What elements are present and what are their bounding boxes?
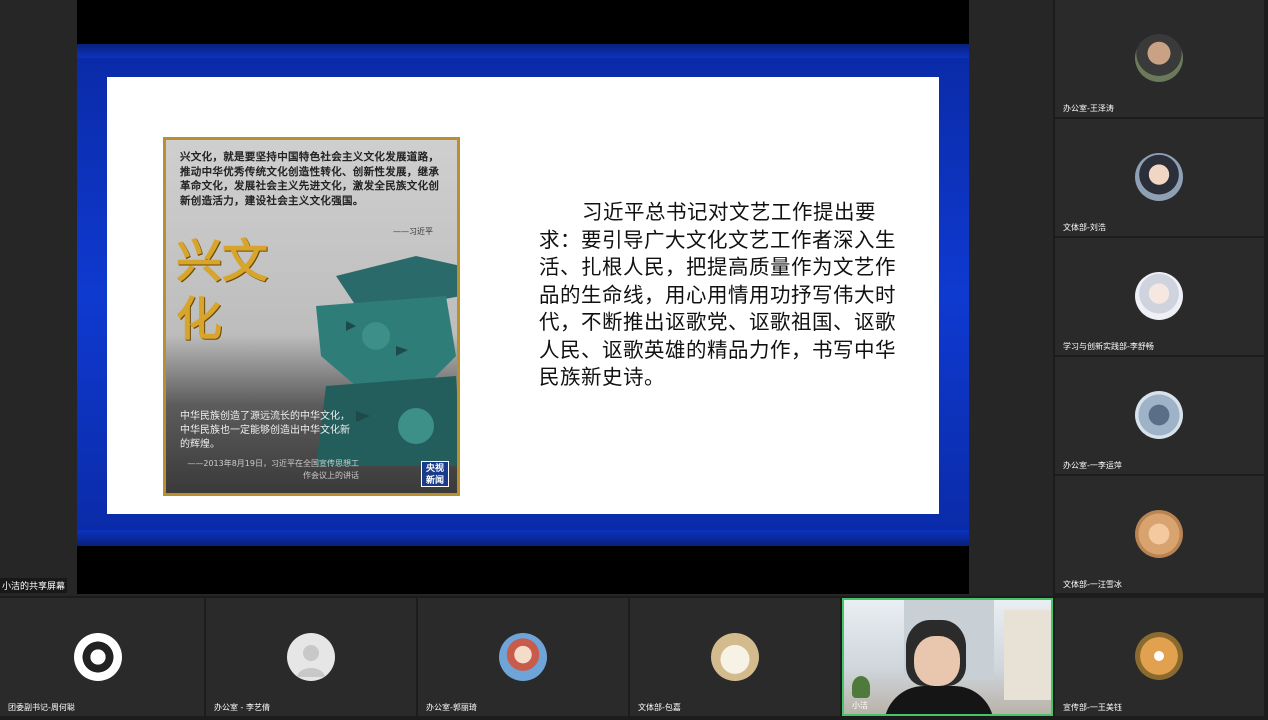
- participant-tile[interactable]: 办公室-郭丽琦: [418, 598, 628, 716]
- poster-quote: 兴文化，就是要坚持中国特色社会主义文化发展道路，推动中华优秀传统文化创造性转化、…: [180, 151, 440, 207]
- presentation-slide: 兴文化，就是要坚持中国特色社会主义文化发展道路，推动中华优秀传统文化创造性转化、…: [107, 77, 939, 514]
- cctv-news-logo: 央视新闻: [421, 461, 449, 487]
- participant-tile[interactable]: 宣传部-一王美钰: [1055, 598, 1264, 716]
- shelf-background: [1004, 610, 1051, 700]
- participant-name: 宣传部-一王美钰: [1063, 703, 1122, 712]
- photo-avatar-icon: [1135, 391, 1183, 439]
- participant-tile[interactable]: 文体部-刘浩: [1055, 119, 1264, 236]
- participant-tile[interactable]: 办公室-王泽涛: [1055, 0, 1264, 117]
- participant-name: 文体部-刘浩: [1063, 223, 1106, 232]
- default-user-icon: [287, 633, 335, 681]
- participant-name: 文体部-包嘉: [638, 703, 681, 712]
- photo-avatar-icon: [1135, 510, 1183, 558]
- participant-tile[interactable]: 文体部-包嘉: [630, 598, 840, 716]
- participant-tile[interactable]: 团委副书记-周何聪: [0, 598, 204, 716]
- person-face: [914, 636, 960, 686]
- cartoon-avatar-icon: [711, 633, 759, 681]
- shared-screen-area: 兴文化，就是要坚持中国特色社会主义文化发展道路，推动中华优秀传统文化创造性转化、…: [0, 0, 1053, 596]
- shared-screen-label: 小洁的共享屏幕: [0, 578, 68, 593]
- slide-body-text: 习近平总书记对文艺工作提出要求：要引导广大文化文艺工作者深入生活、扎根人民，把提…: [539, 200, 896, 389]
- participant-tile[interactable]: 办公室 - 李艺倩: [206, 598, 416, 716]
- anime-avatar-icon: [499, 633, 547, 681]
- participant-name: 团委副书记-周何聪: [8, 703, 75, 712]
- person-body: [884, 686, 994, 714]
- participant-name: 办公室 - 李艺倩: [214, 703, 270, 712]
- participant-name: 办公室-王泽涛: [1063, 104, 1114, 113]
- participant-tile[interactable]: 办公室-一李运萍: [1055, 357, 1264, 474]
- shared-screen[interactable]: 兴文化，就是要坚持中国特色社会主义文化发展道路，推动中华优秀传统文化创造性转化、…: [77, 0, 969, 594]
- participant-tile[interactable]: 文体部-一汪雪冰: [1055, 476, 1264, 593]
- participant-name: 小洁: [852, 701, 868, 710]
- plant-decoration: [852, 676, 870, 698]
- dog-avatar-icon: [1135, 632, 1183, 680]
- participant-name: 办公室-一李运萍: [1063, 461, 1122, 470]
- participant-name: 学习与创新实践部-李舒畅: [1063, 342, 1154, 351]
- cartoon-avatar-icon: [74, 633, 122, 681]
- anime-avatar-icon: [1135, 272, 1183, 320]
- camera-video-feed: [844, 600, 1051, 714]
- participant-name: 文体部-一汪雪冰: [1063, 580, 1122, 589]
- participant-name: 办公室-郭丽琦: [426, 703, 477, 712]
- poster-footnote: ——2013年8月19日，习近平在全国宣传思想工作会议上的讲话: [187, 459, 359, 480]
- photo-avatar-icon: [1135, 34, 1183, 82]
- poster-big-title: 兴文化: [176, 234, 268, 346]
- anime-avatar-icon: [1135, 153, 1183, 201]
- participant-tile[interactable]: 学习与创新实践部-李舒畅: [1055, 238, 1264, 355]
- active-speaker-tile[interactable]: 小洁: [842, 598, 1053, 716]
- poster-body-text: 中华民族创造了源远流长的中华文化，中华民族也一定能够创造出中华文化新的辉煌。: [180, 411, 350, 450]
- poster-image: 兴文化，就是要坚持中国特色社会主义文化发展道路，推动中华优秀传统文化创造性转化、…: [163, 137, 460, 496]
- slide-frame: 兴文化，就是要坚持中国特色社会主义文化发展道路，推动中华优秀传统文化创造性转化、…: [77, 44, 969, 546]
